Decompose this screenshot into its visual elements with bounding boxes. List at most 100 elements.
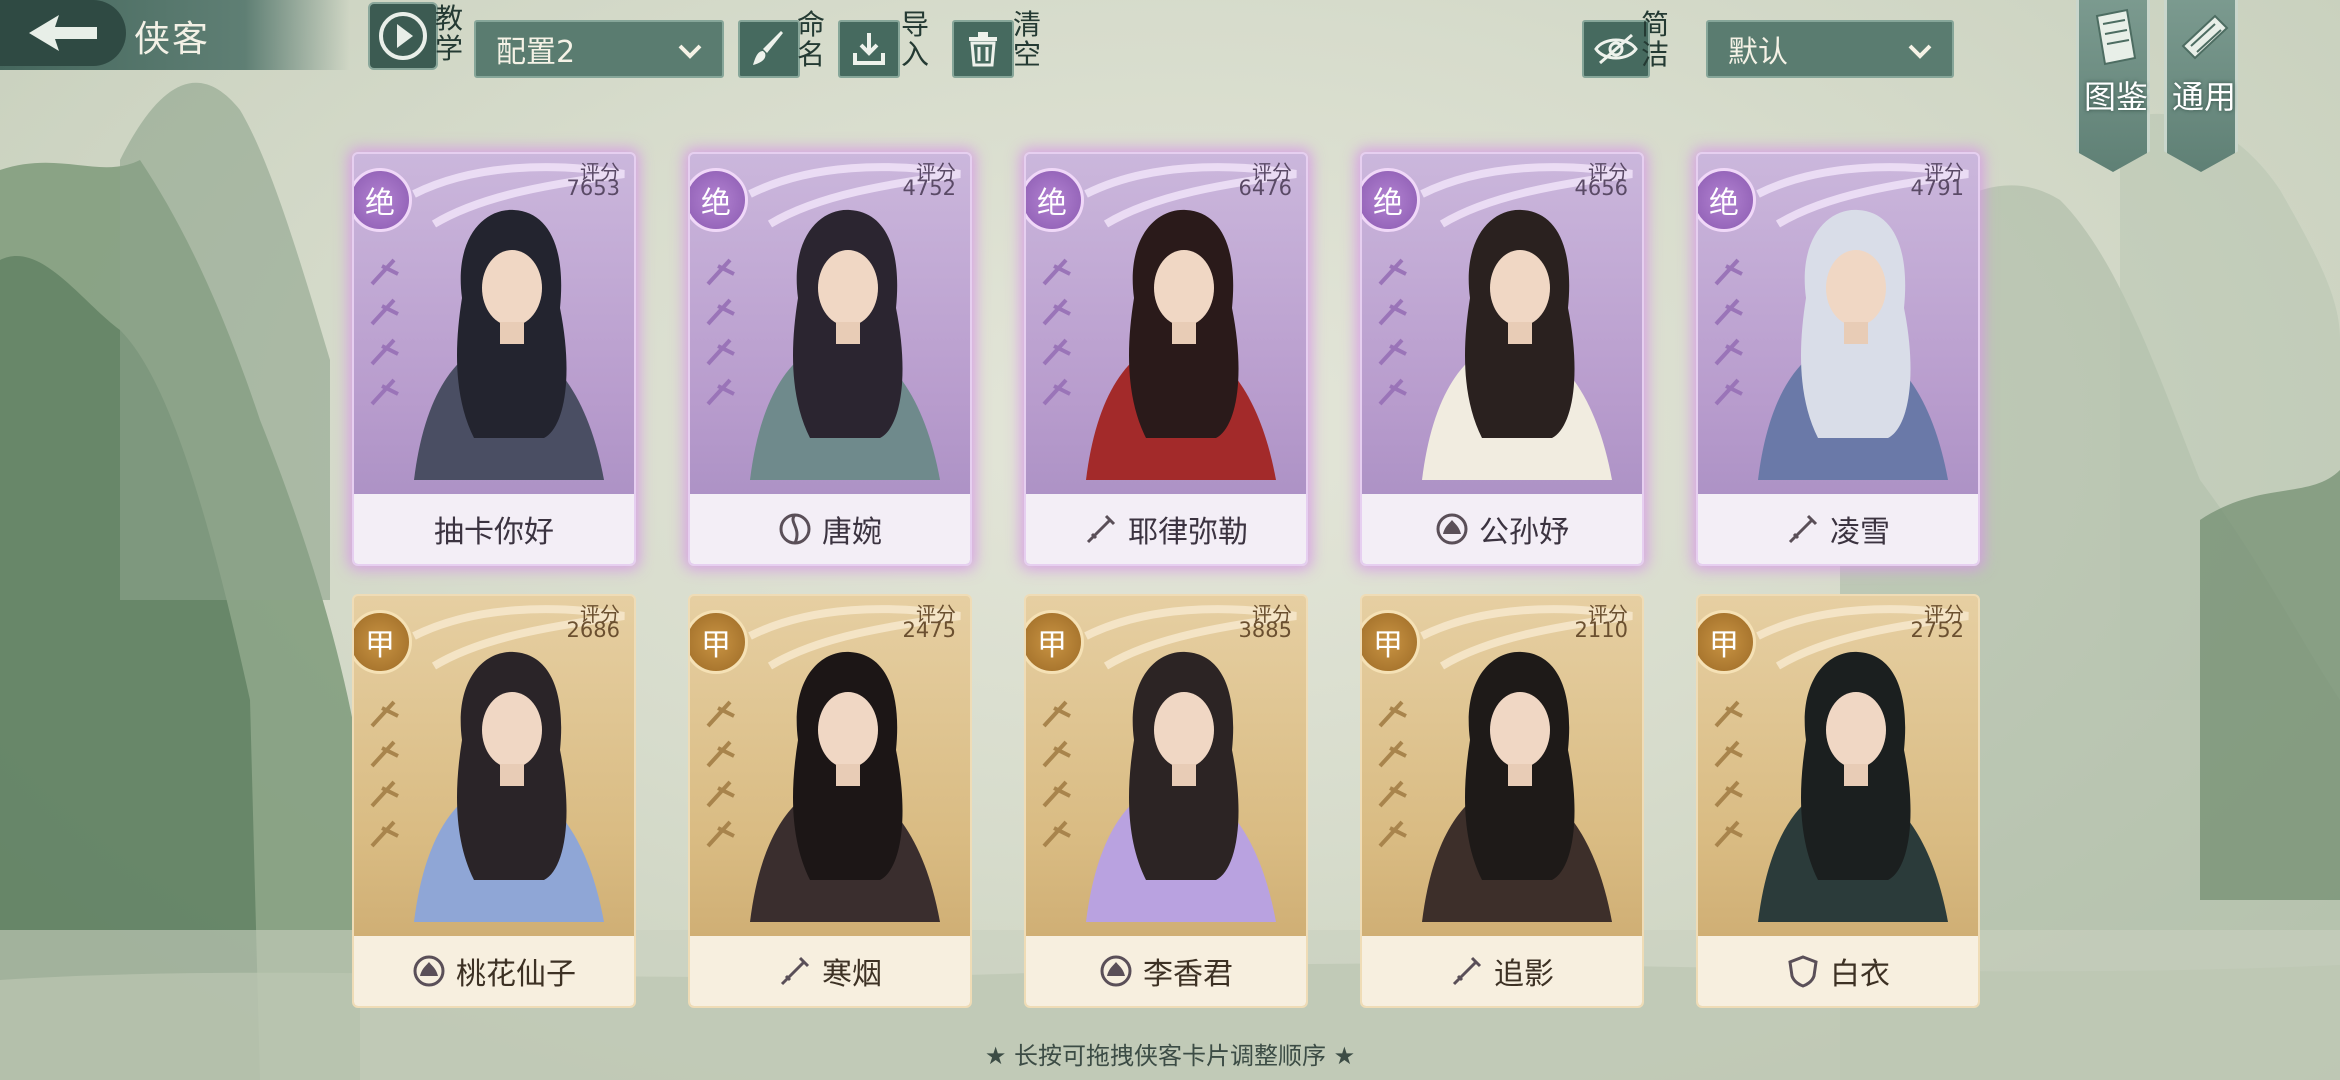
hero-portrait bbox=[1422, 209, 1612, 480]
hero-portrait bbox=[750, 651, 940, 922]
star-slots-icon bbox=[1378, 700, 1407, 848]
hero-portrait bbox=[750, 209, 940, 480]
hero-name-bar: 抽卡你好 bbox=[354, 494, 634, 564]
star-slots-icon bbox=[1378, 258, 1407, 406]
hero-card[interactable]: 甲评分 3885 李香君 bbox=[1024, 594, 1308, 1008]
hero-name-bar: 寒烟 bbox=[690, 936, 970, 1006]
hero-portrait bbox=[1086, 651, 1276, 922]
hero-card[interactable]: 甲评分 2110 追影 bbox=[1360, 594, 1644, 1008]
hero-name: 耶律弥勒 bbox=[1128, 515, 1248, 550]
rename-button[interactable] bbox=[738, 20, 800, 78]
score-value: 4791 bbox=[1910, 176, 1964, 200]
lotus-icon bbox=[1100, 955, 1132, 987]
hero-portrait bbox=[414, 651, 604, 922]
hero-portrait bbox=[1758, 651, 1948, 922]
hero-name-bar: 桃花仙子 bbox=[354, 936, 634, 1006]
hero-name: 公孙妤 bbox=[1479, 515, 1569, 550]
back-button[interactable] bbox=[0, 0, 126, 66]
hero-name-bar: 李香君 bbox=[1026, 936, 1306, 1006]
sword-icon bbox=[780, 956, 810, 986]
sword-icon bbox=[1788, 514, 1818, 544]
shield-icon bbox=[1788, 955, 1818, 988]
download-icon bbox=[853, 33, 885, 65]
hero-name: 追影 bbox=[1494, 957, 1554, 992]
hero-portrait bbox=[1422, 651, 1612, 922]
codex-label: 图鉴 bbox=[2083, 78, 2148, 116]
hero-card[interactable]: 绝评分 4752 唐婉 bbox=[688, 152, 972, 566]
simple-mode-label: 简洁 bbox=[1640, 8, 1669, 71]
codex-tab[interactable]: 图鉴 bbox=[2076, 0, 2150, 172]
scroll-icon bbox=[2181, 14, 2229, 60]
tutorial-label: 教学 bbox=[434, 2, 463, 65]
hero-card[interactable]: 绝评分 7653 抽卡你好 bbox=[352, 152, 636, 566]
score-value: 2686 bbox=[566, 618, 620, 642]
trash-icon bbox=[969, 32, 997, 67]
hero-name-bar: 白衣 bbox=[1698, 936, 1978, 1006]
back-arrow-icon bbox=[29, 15, 97, 51]
hero-card[interactable]: 甲评分 2475 寒烟 bbox=[688, 594, 972, 1008]
hero-name: 寒烟 bbox=[822, 957, 882, 992]
hero-name: 抽卡你好 bbox=[434, 515, 554, 550]
sort-select-value: 默认 bbox=[1728, 35, 1788, 70]
score-value: 3885 bbox=[1238, 618, 1292, 642]
hero-portrait bbox=[1758, 209, 1948, 480]
hero-name-bar: 公孙妤 bbox=[1362, 494, 1642, 564]
hero-card[interactable]: 甲评分 2752 白衣 bbox=[1696, 594, 1980, 1008]
hero-card[interactable]: 绝评分 6476 耶律弥勒 bbox=[1024, 152, 1308, 566]
hero-card[interactable]: 甲评分 2686 桃花仙子 bbox=[352, 594, 636, 1008]
chevron-down-icon bbox=[1908, 44, 1932, 59]
general-tab[interactable]: 通用 bbox=[2164, 0, 2238, 172]
star-slots-icon bbox=[1714, 700, 1743, 848]
import-button[interactable] bbox=[838, 20, 900, 78]
star-slots-icon bbox=[370, 258, 399, 406]
import-label: 导入 bbox=[900, 8, 929, 71]
page-title: 侠客 bbox=[134, 19, 211, 60]
score-value: 2110 bbox=[1574, 618, 1628, 642]
star-slots-icon bbox=[370, 700, 399, 848]
footer-hint: ★ 长按可拖拽侠客卡片调整顺序 ★ bbox=[984, 1042, 1356, 1070]
score-value: 7653 bbox=[566, 176, 620, 200]
star-slots-icon bbox=[1714, 258, 1743, 406]
hero-name-bar: 追影 bbox=[1362, 936, 1642, 1006]
score-value: 4656 bbox=[1574, 176, 1628, 200]
star-slots-icon bbox=[706, 258, 735, 406]
sword-icon bbox=[1086, 514, 1116, 544]
chevron-down-icon bbox=[678, 44, 702, 59]
eye-slash-icon bbox=[1594, 33, 1638, 65]
hero-name-bar: 耶律弥勒 bbox=[1026, 494, 1306, 564]
star-slots-icon bbox=[1042, 258, 1071, 406]
book-icon bbox=[2095, 8, 2137, 66]
hero-portrait bbox=[414, 209, 604, 480]
clear-label: 清空 bbox=[1012, 8, 1041, 71]
score-value: 2752 bbox=[1910, 618, 1964, 642]
sword-icon bbox=[1452, 956, 1482, 986]
clear-button[interactable] bbox=[952, 20, 1014, 78]
rename-label: 命名 bbox=[796, 8, 825, 71]
lotus-icon bbox=[413, 955, 445, 987]
hero-name-bar: 凌雪 bbox=[1698, 494, 1978, 564]
hero-name: 桃花仙子 bbox=[456, 957, 576, 992]
star-slots-icon bbox=[1042, 700, 1071, 848]
hero-card[interactable]: 绝评分 4656 公孙妤 bbox=[1360, 152, 1644, 566]
play-icon bbox=[379, 12, 427, 60]
sort-select[interactable]: 默认 bbox=[1706, 20, 1954, 78]
general-label: 通用 bbox=[2171, 78, 2236, 116]
config-select[interactable]: 配置2 bbox=[474, 20, 724, 78]
hero-name: 凌雪 bbox=[1830, 515, 1890, 550]
hero-card[interactable]: 绝评分 4791 凌雪 bbox=[1696, 152, 1980, 566]
lotus-icon bbox=[1436, 513, 1468, 545]
hero-name: 李香君 bbox=[1143, 957, 1233, 992]
star-slots-icon bbox=[706, 700, 735, 848]
hero-name: 白衣 bbox=[1830, 957, 1890, 992]
hero-name: 唐婉 bbox=[822, 515, 882, 550]
tutorial-button[interactable] bbox=[368, 2, 438, 70]
score-value: 2475 bbox=[902, 618, 956, 642]
taiji-icon bbox=[779, 513, 811, 545]
config-select-value: 配置2 bbox=[496, 35, 576, 70]
hero-portrait bbox=[1086, 209, 1276, 480]
brush-icon bbox=[753, 31, 783, 65]
score-value: 4752 bbox=[902, 176, 956, 200]
score-value: 6476 bbox=[1238, 176, 1292, 200]
top-bar: 侠客 教学 配置2 命名 导入 清空 简洁 默认 图鉴 通用 bbox=[0, 0, 2340, 172]
hero-name-bar: 唐婉 bbox=[690, 494, 970, 564]
